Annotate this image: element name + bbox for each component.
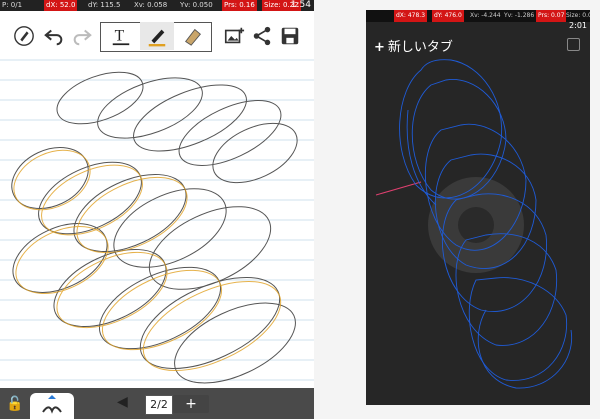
toolbar: T [0, 22, 314, 56]
status-xv: Xv: 0.058 [134, 1, 168, 9]
lock-icon[interactable]: 🔓 [6, 396, 23, 412]
redo-icon[interactable] [68, 22, 96, 50]
prev-page-button[interactable]: ◀ [117, 394, 128, 410]
status-pressure: Prs: 0.16 [222, 0, 257, 11]
status-dx: dX: 478.3 [394, 10, 428, 22]
pen-icon[interactable] [10, 22, 38, 50]
status-bar: dX: 478.3 dY: 476.0 Xv: -4.244 Yv: -1.28… [366, 10, 590, 30]
status-xv: Xv: -4.244 [470, 12, 501, 19]
scribble-loops [11, 71, 298, 384]
status-pointer: P: 0/1 [2, 1, 23, 9]
drawing-canvas[interactable] [0, 58, 314, 388]
status-dy: dY: 115.5 [88, 1, 121, 9]
new-tab-button[interactable]: + 新しいタブ [374, 36, 453, 55]
right-device-screen: dX: 478.3 dY: 476.0 Xv: -4.244 Yv: -1.28… [366, 10, 590, 405]
pen-mode-tab[interactable] [30, 393, 74, 419]
svg-text:T: T [115, 28, 125, 45]
undo-icon[interactable] [40, 22, 68, 50]
status-yv: Yv: -1.286 [504, 12, 535, 19]
browser-header: + 新しいタブ [366, 32, 590, 62]
insert-image-icon[interactable] [220, 22, 248, 50]
status-bar: P: 0/1 dX: 52.0 dY: 115.5 Xv: 0.058 Yv: … [0, 0, 314, 11]
save-icon[interactable] [276, 22, 304, 50]
status-time: 2:01 [569, 21, 587, 30]
eraser-tool-icon[interactable] [176, 22, 210, 50]
status-time: 1:54 [290, 0, 311, 10]
plus-icon: + [374, 40, 385, 55]
touch-trace-canvas[interactable] [366, 10, 590, 405]
text-tool-icon[interactable]: T [104, 22, 138, 50]
status-pressure: Prs: 0.07 [536, 10, 567, 22]
new-tab-label: 新しいタブ [387, 40, 453, 55]
pen-tool-icon[interactable] [140, 22, 174, 50]
status-yv: Yv: 0.050 [180, 1, 213, 9]
status-dx: dX: 52.0 [44, 0, 78, 11]
tab-switcher-icon[interactable] [567, 38, 580, 51]
status-dy: dY: 476.0 [432, 10, 464, 22]
left-device-screen: P: 0/1 dX: 52.0 dY: 115.5 Xv: 0.058 Yv: … [0, 0, 314, 419]
share-icon[interactable] [248, 22, 276, 50]
page-indicator: 2/2 [145, 395, 173, 415]
add-page-button[interactable]: + [173, 395, 209, 413]
